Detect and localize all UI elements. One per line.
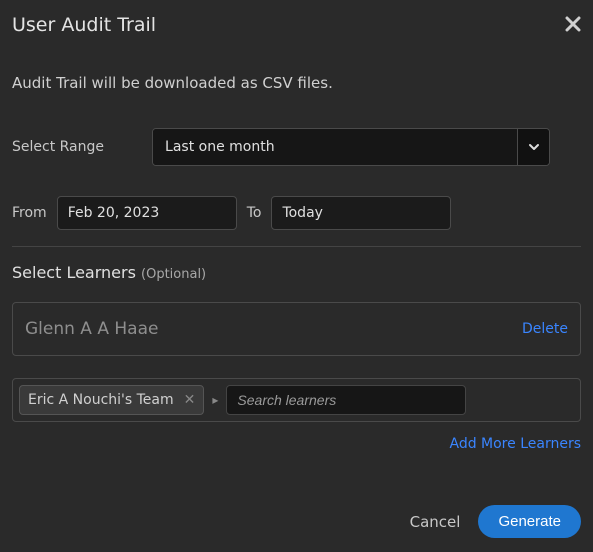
range-select-value: Last one month: [153, 129, 517, 165]
range-select[interactable]: Last one month: [152, 128, 550, 166]
chevron-down-icon[interactable]: [517, 129, 549, 165]
learners-section-title: Select Learners (Optional): [12, 263, 581, 282]
modal-title: User Audit Trail: [12, 14, 156, 36]
range-label: Select Range: [12, 139, 104, 155]
audit-trail-modal: User Audit Trail Audit Trail will be dow…: [0, 0, 593, 552]
learner-search-row: Eric A Nouchi's Team ✕ ▸: [12, 378, 581, 422]
section-divider: [12, 246, 581, 247]
to-date-input[interactable]: Today: [271, 196, 451, 230]
learners-title-text: Select Learners: [12, 263, 136, 282]
info-text: Audit Trail will be downloaded as CSV fi…: [12, 74, 581, 92]
search-learners-input[interactable]: [226, 385, 466, 415]
modal-footer: Cancel Generate: [12, 505, 581, 538]
learner-name: Glenn A A Haae: [25, 319, 158, 339]
add-more-row: Add More Learners: [12, 436, 581, 452]
date-range-row: From Feb 20, 2023 To Today: [12, 196, 581, 230]
learners-optional-text: (Optional): [141, 267, 206, 282]
team-tag-label: Eric A Nouchi's Team: [28, 392, 174, 408]
generate-button[interactable]: Generate: [478, 505, 581, 538]
from-label: From: [12, 205, 47, 221]
close-icon[interactable]: ✕: [184, 392, 196, 408]
close-icon[interactable]: [565, 15, 581, 35]
to-label: To: [247, 205, 262, 221]
add-more-learners-link[interactable]: Add More Learners: [449, 436, 581, 452]
delete-learner-link[interactable]: Delete: [522, 321, 568, 337]
modal-header: User Audit Trail: [12, 14, 581, 36]
team-tag[interactable]: Eric A Nouchi's Team ✕: [19, 385, 204, 415]
select-range-row: Select Range Last one month: [12, 128, 581, 166]
learner-box: Glenn A A Haae Delete: [12, 302, 581, 356]
from-date-input[interactable]: Feb 20, 2023: [57, 196, 237, 230]
cancel-button[interactable]: Cancel: [410, 513, 461, 531]
chevron-right-icon: ▸: [212, 393, 218, 407]
